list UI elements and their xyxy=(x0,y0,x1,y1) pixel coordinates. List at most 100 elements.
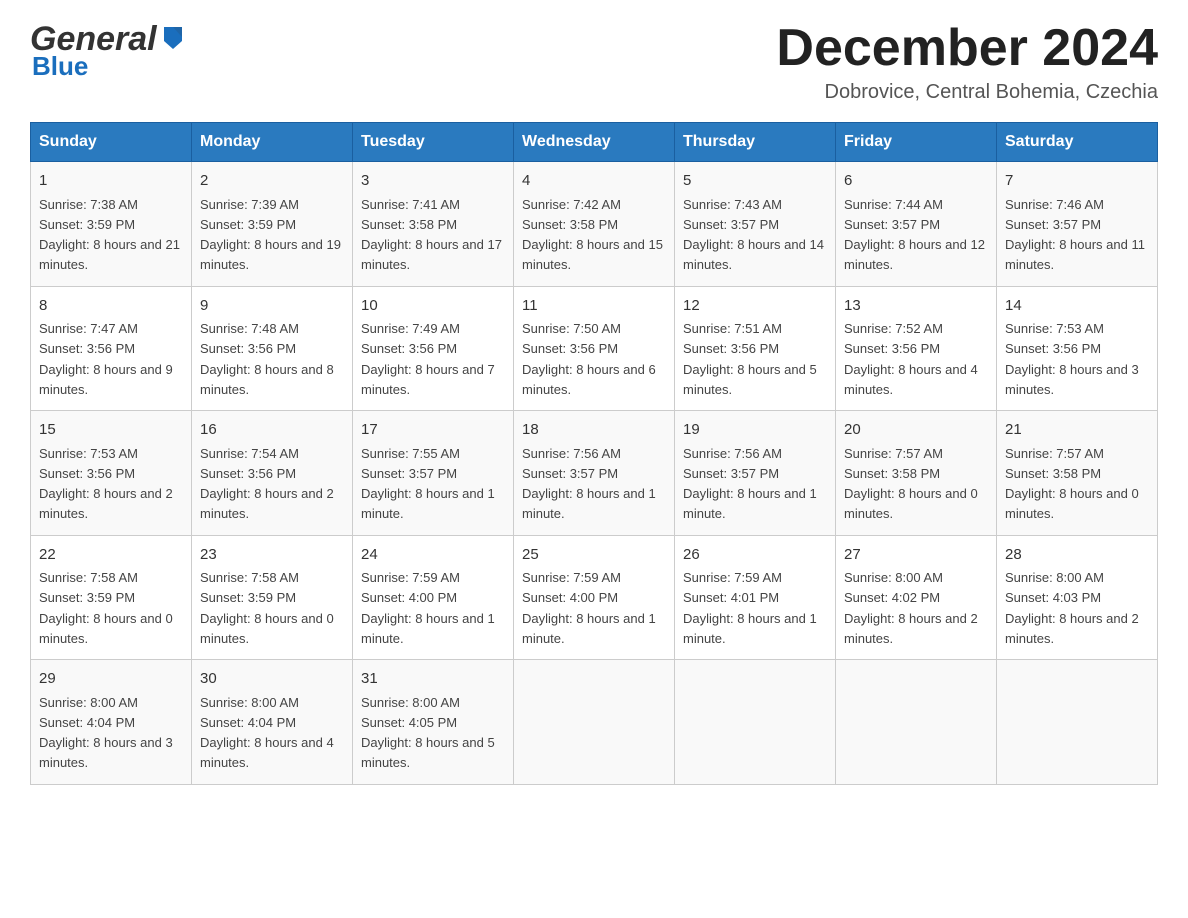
column-header-sunday: Sunday xyxy=(31,123,192,162)
calendar-cell: 3 Sunrise: 7:41 AMSunset: 3:58 PMDayligh… xyxy=(353,162,514,287)
column-header-wednesday: Wednesday xyxy=(514,123,675,162)
day-info: Sunrise: 8:00 AMSunset: 4:04 PMDaylight:… xyxy=(200,695,334,771)
calendar-cell: 11 Sunrise: 7:50 AMSunset: 3:56 PMDaylig… xyxy=(514,286,675,411)
day-number: 21 xyxy=(1005,419,1149,442)
day-number: 29 xyxy=(39,668,183,691)
calendar-table: SundayMondayTuesdayWednesdayThursdayFrid… xyxy=(30,122,1158,785)
logo-area: General Blue xyxy=(30,20,187,82)
week-row-3: 15 Sunrise: 7:53 AMSunset: 3:56 PMDaylig… xyxy=(31,411,1158,536)
day-number: 12 xyxy=(683,295,827,318)
calendar-cell xyxy=(675,660,836,785)
logo-blue-text: Blue xyxy=(32,51,88,82)
day-number: 10 xyxy=(361,295,505,318)
calendar-cell: 7 Sunrise: 7:46 AMSunset: 3:57 PMDayligh… xyxy=(997,162,1158,287)
day-info: Sunrise: 7:50 AMSunset: 3:56 PMDaylight:… xyxy=(522,321,656,397)
calendar-cell: 23 Sunrise: 7:58 AMSunset: 3:59 PMDaylig… xyxy=(192,535,353,660)
calendar-cell: 14 Sunrise: 7:53 AMSunset: 3:56 PMDaylig… xyxy=(997,286,1158,411)
calendar-cell: 22 Sunrise: 7:58 AMSunset: 3:59 PMDaylig… xyxy=(31,535,192,660)
week-row-1: 1 Sunrise: 7:38 AMSunset: 3:59 PMDayligh… xyxy=(31,162,1158,287)
week-row-5: 29 Sunrise: 8:00 AMSunset: 4:04 PMDaylig… xyxy=(31,660,1158,785)
day-number: 25 xyxy=(522,544,666,567)
calendar-cell xyxy=(836,660,997,785)
day-info: Sunrise: 7:57 AMSunset: 3:58 PMDaylight:… xyxy=(1005,446,1139,522)
day-info: Sunrise: 8:00 AMSunset: 4:03 PMDaylight:… xyxy=(1005,570,1139,646)
day-number: 2 xyxy=(200,170,344,193)
week-row-2: 8 Sunrise: 7:47 AMSunset: 3:56 PMDayligh… xyxy=(31,286,1158,411)
day-number: 4 xyxy=(522,170,666,193)
day-number: 6 xyxy=(844,170,988,193)
day-info: Sunrise: 7:59 AMSunset: 4:00 PMDaylight:… xyxy=(522,570,656,646)
day-info: Sunrise: 7:54 AMSunset: 3:56 PMDaylight:… xyxy=(200,446,334,522)
calendar-cell: 15 Sunrise: 7:53 AMSunset: 3:56 PMDaylig… xyxy=(31,411,192,536)
day-info: Sunrise: 7:59 AMSunset: 4:00 PMDaylight:… xyxy=(361,570,495,646)
calendar-cell: 30 Sunrise: 8:00 AMSunset: 4:04 PMDaylig… xyxy=(192,660,353,785)
calendar-cell: 1 Sunrise: 7:38 AMSunset: 3:59 PMDayligh… xyxy=(31,162,192,287)
day-number: 26 xyxy=(683,544,827,567)
day-info: Sunrise: 7:44 AMSunset: 3:57 PMDaylight:… xyxy=(844,197,985,273)
column-header-monday: Monday xyxy=(192,123,353,162)
day-info: Sunrise: 7:39 AMSunset: 3:59 PMDaylight:… xyxy=(200,197,341,273)
calendar-cell: 16 Sunrise: 7:54 AMSunset: 3:56 PMDaylig… xyxy=(192,411,353,536)
calendar-cell: 12 Sunrise: 7:51 AMSunset: 3:56 PMDaylig… xyxy=(675,286,836,411)
calendar-cell: 27 Sunrise: 8:00 AMSunset: 4:02 PMDaylig… xyxy=(836,535,997,660)
calendar-cell: 13 Sunrise: 7:52 AMSunset: 3:56 PMDaylig… xyxy=(836,286,997,411)
column-header-tuesday: Tuesday xyxy=(353,123,514,162)
day-number: 28 xyxy=(1005,544,1149,567)
page-header: General Blue December 2024 Dobrovice, Ce… xyxy=(30,20,1158,104)
title-area: December 2024 Dobrovice, Central Bohemia… xyxy=(776,20,1158,104)
day-number: 11 xyxy=(522,295,666,318)
calendar-cell: 10 Sunrise: 7:49 AMSunset: 3:56 PMDaylig… xyxy=(353,286,514,411)
day-number: 9 xyxy=(200,295,344,318)
calendar-cell: 28 Sunrise: 8:00 AMSunset: 4:03 PMDaylig… xyxy=(997,535,1158,660)
day-info: Sunrise: 7:38 AMSunset: 3:59 PMDaylight:… xyxy=(39,197,180,273)
calendar-cell: 4 Sunrise: 7:42 AMSunset: 3:58 PMDayligh… xyxy=(514,162,675,287)
day-info: Sunrise: 7:53 AMSunset: 3:56 PMDaylight:… xyxy=(39,446,173,522)
day-number: 5 xyxy=(683,170,827,193)
column-header-thursday: Thursday xyxy=(675,123,836,162)
day-info: Sunrise: 8:00 AMSunset: 4:02 PMDaylight:… xyxy=(844,570,978,646)
day-number: 7 xyxy=(1005,170,1149,193)
day-number: 22 xyxy=(39,544,183,567)
week-row-4: 22 Sunrise: 7:58 AMSunset: 3:59 PMDaylig… xyxy=(31,535,1158,660)
calendar-header-row: SundayMondayTuesdayWednesdayThursdayFrid… xyxy=(31,123,1158,162)
day-info: Sunrise: 8:00 AMSunset: 4:04 PMDaylight:… xyxy=(39,695,173,771)
calendar-cell xyxy=(514,660,675,785)
calendar-cell: 18 Sunrise: 7:56 AMSunset: 3:57 PMDaylig… xyxy=(514,411,675,536)
day-number: 31 xyxy=(361,668,505,691)
day-info: Sunrise: 7:46 AMSunset: 3:57 PMDaylight:… xyxy=(1005,197,1145,273)
day-number: 27 xyxy=(844,544,988,567)
calendar-cell: 19 Sunrise: 7:56 AMSunset: 3:57 PMDaylig… xyxy=(675,411,836,536)
day-info: Sunrise: 7:58 AMSunset: 3:59 PMDaylight:… xyxy=(200,570,334,646)
calendar-cell: 6 Sunrise: 7:44 AMSunset: 3:57 PMDayligh… xyxy=(836,162,997,287)
day-number: 20 xyxy=(844,419,988,442)
calendar-cell xyxy=(997,660,1158,785)
day-info: Sunrise: 7:49 AMSunset: 3:56 PMDaylight:… xyxy=(361,321,495,397)
month-title: December 2024 xyxy=(776,20,1158,77)
day-info: Sunrise: 7:58 AMSunset: 3:59 PMDaylight:… xyxy=(39,570,173,646)
calendar-cell: 17 Sunrise: 7:55 AMSunset: 3:57 PMDaylig… xyxy=(353,411,514,536)
day-info: Sunrise: 7:42 AMSunset: 3:58 PMDaylight:… xyxy=(522,197,663,273)
day-number: 30 xyxy=(200,668,344,691)
day-number: 17 xyxy=(361,419,505,442)
calendar-cell: 24 Sunrise: 7:59 AMSunset: 4:00 PMDaylig… xyxy=(353,535,514,660)
day-info: Sunrise: 7:43 AMSunset: 3:57 PMDaylight:… xyxy=(683,197,824,273)
day-number: 18 xyxy=(522,419,666,442)
day-info: Sunrise: 7:53 AMSunset: 3:56 PMDaylight:… xyxy=(1005,321,1139,397)
calendar-cell: 2 Sunrise: 7:39 AMSunset: 3:59 PMDayligh… xyxy=(192,162,353,287)
calendar-cell: 29 Sunrise: 8:00 AMSunset: 4:04 PMDaylig… xyxy=(31,660,192,785)
day-number: 16 xyxy=(200,419,344,442)
day-number: 23 xyxy=(200,544,344,567)
day-number: 19 xyxy=(683,419,827,442)
calendar-cell: 8 Sunrise: 7:47 AMSunset: 3:56 PMDayligh… xyxy=(31,286,192,411)
day-info: Sunrise: 7:59 AMSunset: 4:01 PMDaylight:… xyxy=(683,570,817,646)
calendar-cell: 9 Sunrise: 7:48 AMSunset: 3:56 PMDayligh… xyxy=(192,286,353,411)
calendar-cell: 31 Sunrise: 8:00 AMSunset: 4:05 PMDaylig… xyxy=(353,660,514,785)
day-info: Sunrise: 7:51 AMSunset: 3:56 PMDaylight:… xyxy=(683,321,817,397)
day-info: Sunrise: 7:57 AMSunset: 3:58 PMDaylight:… xyxy=(844,446,978,522)
location: Dobrovice, Central Bohemia, Czechia xyxy=(776,81,1158,104)
column-header-saturday: Saturday xyxy=(997,123,1158,162)
day-number: 3 xyxy=(361,170,505,193)
column-header-friday: Friday xyxy=(836,123,997,162)
calendar-cell: 5 Sunrise: 7:43 AMSunset: 3:57 PMDayligh… xyxy=(675,162,836,287)
day-number: 8 xyxy=(39,295,183,318)
